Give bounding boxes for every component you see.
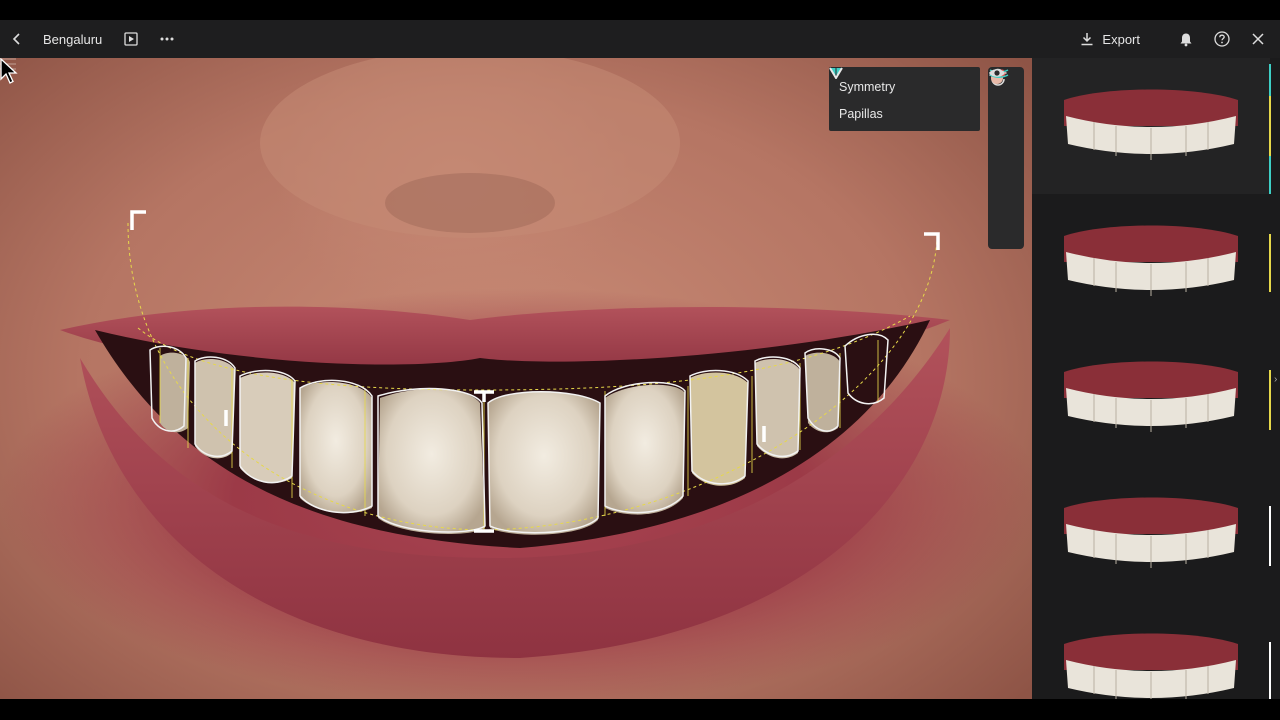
export-label: Export [1102, 31, 1140, 47]
papillas-label: Papillas [839, 106, 883, 121]
smile-library-sidebar [1032, 58, 1280, 699]
papillas-option[interactable]: Papillas [829, 67, 970, 127]
export-button[interactable]: Export [1080, 32, 1140, 47]
letterbox-top [0, 0, 1280, 20]
tool-panel [988, 67, 1024, 249]
selection-indicator-2 [1269, 234, 1271, 292]
visibility-icon [989, 69, 1005, 77]
more-icon [160, 37, 174, 41]
top-bar: Bengaluru Export [0, 20, 1280, 58]
smile-thumbnail-3[interactable] [1032, 330, 1270, 466]
symmetry-label: Symmetry [839, 79, 896, 94]
selection-indicator-5 [1269, 642, 1271, 699]
photo-layer [60, 58, 950, 658]
visibility-tool[interactable] [988, 69, 1024, 249]
bell-icon [1180, 33, 1192, 46]
mouse-cursor-icon [0, 58, 18, 84]
selection-indicator-1b [1269, 96, 1271, 156]
selection-indicator-1c [1269, 156, 1271, 194]
selection-indicator-3 [1269, 370, 1271, 430]
back-button[interactable] [0, 20, 34, 58]
download-icon [1081, 33, 1093, 46]
letterbox-bottom [0, 699, 1280, 720]
close-button[interactable] [1240, 20, 1276, 58]
papillas-toggle-icon[interactable] [829, 67, 843, 79]
smile-model-image [1064, 225, 1238, 296]
symmetry-option[interactable]: Symmetry [830, 68, 970, 100]
smile-model-image [1064, 497, 1238, 568]
smile-design-canvas[interactable]: Symmetry Papillas [0, 58, 1032, 699]
selection-indicator-4 [1269, 506, 1271, 566]
nose-shadow [385, 173, 555, 233]
more-button[interactable] [156, 20, 178, 58]
selection-indicator-1 [1269, 64, 1271, 96]
chevron-right-icon[interactable]: › [1274, 374, 1277, 385]
notifications-button[interactable] [1168, 20, 1204, 58]
help-button[interactable] [1204, 20, 1240, 58]
color-tool[interactable] [988, 69, 1024, 178]
smile-thumbnail-4[interactable] [1032, 466, 1270, 602]
smile-thumbnail-1[interactable] [1032, 58, 1270, 194]
help-icon [1214, 31, 1230, 47]
project-title: Bengaluru [43, 31, 103, 47]
options-panel: Symmetry Papillas [829, 67, 980, 131]
smile-thumbnail-5[interactable] [1032, 602, 1270, 699]
close-icon [1252, 33, 1264, 45]
smile-model-image [1064, 89, 1238, 160]
back-icon [12, 33, 20, 45]
curve-tool[interactable] [988, 69, 1024, 143]
smile-arc-tool[interactable] [988, 69, 1024, 214]
present-button[interactable] [120, 20, 142, 58]
smile-thumbnail-2[interactable] [1032, 194, 1270, 330]
play-icon [124, 32, 138, 46]
smile-model-image [1064, 361, 1238, 432]
smile-model-image [1064, 633, 1238, 699]
